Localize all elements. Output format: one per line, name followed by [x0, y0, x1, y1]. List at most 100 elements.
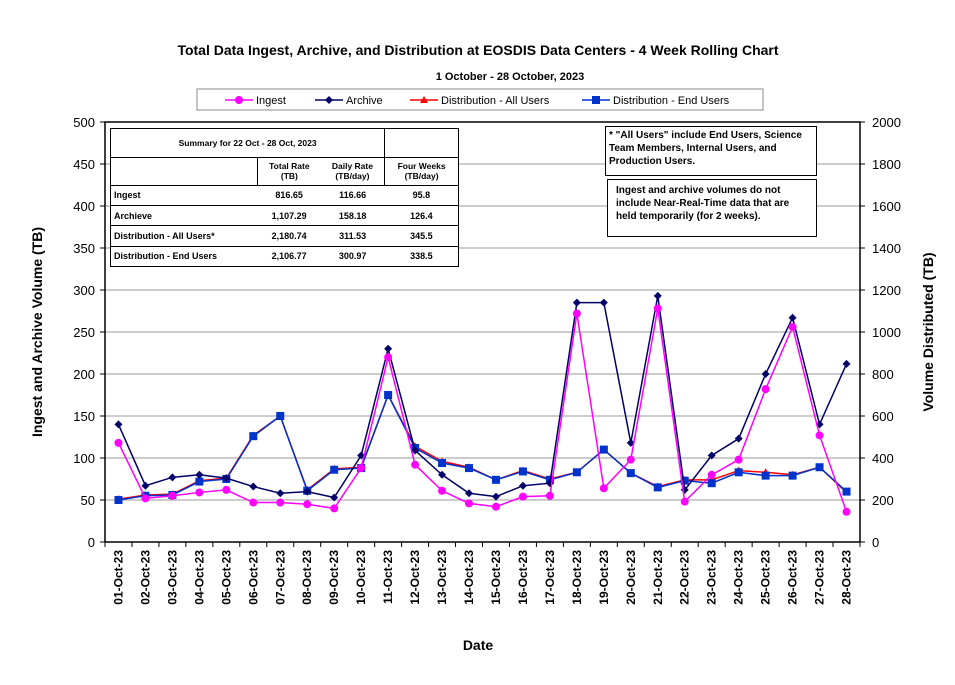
- x-tick-label: 17-Oct-23: [543, 550, 557, 605]
- data-point: [545, 491, 554, 500]
- data-point: [465, 499, 474, 508]
- y-axis-label: Ingest and Archive Volume (TB): [29, 227, 45, 437]
- y2-tick-label: 1600: [872, 199, 901, 214]
- data-point: [761, 385, 770, 394]
- x-tick-label: 28-Oct-23: [840, 550, 854, 605]
- daily-rate: 116.66: [320, 185, 385, 206]
- data-point: [572, 309, 581, 318]
- data-point: [707, 479, 716, 488]
- x-tick-label: 02-Oct-23: [138, 550, 152, 605]
- data-point: [141, 494, 150, 503]
- x-axis-label: Date: [463, 637, 494, 653]
- x-tick-label: 14-Oct-23: [462, 550, 476, 605]
- data-point: [249, 482, 258, 491]
- data-point: [168, 491, 177, 500]
- x-tick-label: 19-Oct-23: [597, 550, 611, 605]
- data-point: [141, 481, 150, 490]
- data-point: [653, 304, 662, 313]
- x-tick-label: 11-Oct-23: [381, 550, 395, 604]
- data-point: [599, 298, 608, 307]
- x-tick-label: 04-Oct-23: [192, 550, 206, 605]
- data-point: [761, 370, 770, 378]
- header-total-rate: Total Rate (TB): [257, 156, 321, 186]
- x-tick-label: 06-Oct-23: [246, 550, 260, 605]
- x-tick-label: 15-Oct-23: [489, 550, 503, 605]
- data-point: [195, 488, 204, 497]
- summary-title: Summary for 22 Oct - 28 Oct, 2023: [178, 137, 317, 148]
- data-point: [518, 492, 527, 501]
- x-tick-label: 21-Oct-23: [651, 550, 665, 605]
- y-tick-label: 350: [73, 241, 95, 256]
- data-point: [653, 483, 662, 492]
- total-rate: 2,106.77: [271, 251, 307, 262]
- y2-tick-label: 400: [872, 451, 894, 466]
- chart-title: Total Data Ingest, Archive, and Distribu…: [177, 42, 778, 58]
- x-tick-label: 16-Oct-23: [516, 550, 530, 605]
- y2-tick-label: 600: [872, 409, 894, 424]
- data-point: [491, 475, 500, 484]
- total-rate: 816.65: [257, 185, 321, 206]
- chart-subtitle: 1 October - 28 October, 2023: [436, 71, 585, 83]
- summary-row: Distribution - End Users 2,106.77 300.97 33…: [111, 246, 458, 266]
- nrt-note: Ingest and archive volumes do not includ…: [607, 179, 817, 237]
- daily-rate: 311.53: [320, 225, 385, 247]
- data-point: [330, 465, 339, 474]
- series-line-archive: [117, 295, 848, 499]
- x-tick-label: 18-Oct-23: [570, 550, 584, 605]
- x-tick-label: 05-Oct-23: [219, 550, 233, 605]
- data-point: [330, 504, 339, 513]
- x-tick-label: 23-Oct-23: [705, 550, 719, 605]
- x-tick-label: 26-Oct-23: [786, 550, 800, 605]
- total-rate: 2,180.74: [257, 225, 321, 247]
- y2-tick-label: 200: [872, 493, 894, 508]
- daily-rate: 300.97: [338, 251, 367, 262]
- x-tick-label: 25-Oct-23: [759, 550, 773, 605]
- series-line-distribution-end-users: [118, 393, 848, 501]
- data-point: [842, 487, 851, 496]
- data-point: [276, 412, 285, 420]
- data-point: [592, 96, 600, 104]
- y-tick-label: 250: [73, 325, 95, 340]
- four-weeks: 338.5: [410, 251, 433, 262]
- y-tick-label: 0: [88, 535, 95, 550]
- data-point: [491, 502, 500, 511]
- data-point: [276, 498, 285, 507]
- daily-rate: 158.18: [320, 205, 385, 227]
- data-point: [788, 322, 797, 331]
- header-daily-rate: Daily Rate (TB/day): [320, 156, 385, 186]
- all-users-note: * "All Users" include End Users, Science…: [605, 126, 817, 176]
- data-point: [707, 470, 716, 479]
- legend-label: Ingest: [256, 95, 286, 107]
- row-label: Archieve: [111, 205, 258, 227]
- data-point: [599, 445, 608, 454]
- data-point: [572, 298, 581, 307]
- y2-tick-label: 1800: [872, 157, 901, 172]
- data-point: [438, 486, 447, 495]
- x-tick-label: 24-Oct-23: [732, 550, 746, 605]
- x-tick-label: 08-Oct-23: [300, 550, 314, 605]
- y-tick-label: 200: [73, 367, 95, 382]
- row-label: Ingest: [111, 185, 258, 206]
- data-point: [384, 344, 393, 353]
- data-point: [518, 481, 527, 490]
- data-point: [491, 492, 500, 501]
- x-tick-label: 10-Oct-23: [354, 550, 368, 605]
- data-point: [411, 460, 420, 469]
- four-weeks: 95.8: [384, 185, 458, 206]
- data-point: [249, 498, 258, 507]
- line-chart: Total Data Ingest, Archive, and Distribu…: [29, 42, 936, 653]
- data-point: [235, 96, 243, 104]
- data-point: [465, 464, 474, 473]
- data-point: [653, 291, 662, 300]
- data-point: [626, 469, 635, 478]
- y2-tick-label: 0: [872, 535, 879, 550]
- data-point: [842, 507, 851, 516]
- y2-tick-label: 2000: [872, 115, 901, 130]
- data-point: [761, 471, 770, 480]
- summary-row: Ingest 816.65 116.66 95.8: [111, 185, 458, 206]
- row-label: Distribution - All Users*: [111, 225, 258, 247]
- data-point: [626, 455, 635, 464]
- data-point: [276, 489, 285, 498]
- header-four-weeks: Four Weeks (TB/day): [384, 156, 458, 186]
- x-tick-label: 22-Oct-23: [678, 550, 692, 605]
